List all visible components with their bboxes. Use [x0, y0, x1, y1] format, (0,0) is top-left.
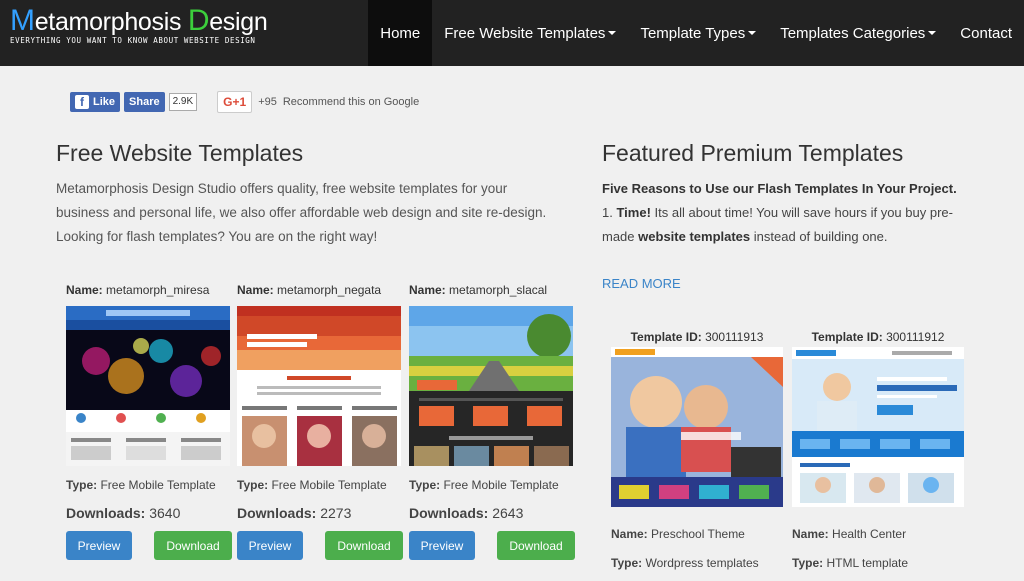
template-downloads: Downloads: 2643: [409, 505, 524, 521]
featured-premium-heading: Featured Premium Templates: [602, 140, 904, 166]
google-plus-text: Recommend this on Google: [282, 96, 420, 108]
google-plus-count: +95: [258, 96, 277, 108]
template-card: Name: metamorph_slacal Type: Free Mobile…: [409, 283, 575, 560]
nav-templates-categories[interactable]: Templates Categories: [768, 0, 948, 66]
template-actions: Preview Download: [66, 531, 232, 560]
premium-template-thumbnail[interactable]: [792, 347, 964, 507]
template-type: Type: Free Mobile Template: [409, 478, 559, 492]
intro-text: Metamorphosis Design Studio offers quali…: [56, 181, 547, 244]
template-type: Type: Free Mobile Template: [66, 478, 216, 492]
top-navbar: Metamorphosis Design EVERYTHING YOU WANT…: [0, 0, 1024, 66]
nav-free-website-templates[interactable]: Free Website Templates: [432, 0, 628, 66]
download-button[interactable]: Download: [325, 531, 403, 560]
preview-button[interactable]: Preview: [409, 531, 475, 560]
premium-template-id: Template ID: 300111912: [811, 330, 945, 344]
nav-contact[interactable]: Contact: [948, 0, 1024, 66]
read-more-link[interactable]: READ MORE: [602, 276, 681, 291]
template-downloads: Downloads: 3640: [66, 505, 181, 521]
template-thumbnail-image: [237, 306, 401, 466]
featured-text: Five Reasons to Use our Flash Templates …: [602, 181, 957, 244]
download-button[interactable]: Download: [154, 531, 232, 560]
template-card: Name: metamorph_negata Type: Free Mobile…: [237, 283, 403, 560]
nav-home[interactable]: Home: [368, 0, 433, 66]
template-type: Type: Free Mobile Template: [237, 478, 387, 492]
template-actions: Preview Download: [237, 531, 403, 560]
featured-title: Five Reasons to Use our Flash Templates …: [602, 181, 957, 196]
template-name: Name: metamorph_slacal: [409, 283, 548, 297]
facebook-icon: f: [75, 95, 89, 109]
premium-template-id: Template ID: 300111913: [630, 330, 764, 344]
google-plus-button[interactable]: G+1: [217, 91, 253, 113]
template-thumbnail-image: [409, 306, 573, 466]
chevron-down-icon: [928, 31, 937, 35]
premium-template-card: Template ID: 300111913 Name: Preschool T…: [611, 330, 783, 570]
preview-button[interactable]: Preview: [237, 531, 303, 560]
template-card: Name: metamorph_miresa Type: Free Mobile…: [66, 283, 232, 560]
download-button[interactable]: Download: [497, 531, 575, 560]
premium-template-type: Type: Wordpress templates: [611, 556, 759, 570]
main-nav: Home Free Website Templates Template Typ…: [368, 0, 1024, 66]
template-thumbnail[interactable]: [409, 306, 573, 466]
nav-template-types[interactable]: Template Types: [628, 0, 768, 66]
logo-title: Metamorphosis Design: [10, 4, 268, 37]
premium-template-type: Type: HTML template: [792, 556, 909, 570]
facebook-count: 2.9K: [168, 93, 198, 111]
logo-tagline: EVERYTHING YOU WANT TO KNOW ABOUT WEBSIT…: [10, 36, 256, 45]
site-logo[interactable]: Metamorphosis Design EVERYTHING YOU WANT…: [10, 4, 268, 46]
facebook-like-button[interactable]: f Like: [70, 92, 121, 112]
template-thumbnail-image: [66, 306, 230, 466]
premium-template-name: Name: Preschool Theme: [611, 527, 745, 541]
template-name: Name: metamorph_miresa: [66, 283, 210, 297]
facebook-share-button[interactable]: Share: [124, 92, 165, 112]
template-thumbnail[interactable]: [66, 306, 230, 466]
premium-template-card: Template ID: 300111912 Name: Health Cent…: [792, 330, 964, 570]
social-bar: f Like Share 2.9K G+1 +95 Recommend this …: [70, 91, 420, 113]
free-templates-heading: Free Website Templates: [56, 140, 304, 166]
preview-button[interactable]: Preview: [66, 531, 132, 560]
template-name: Name: metamorph_negata: [237, 283, 382, 297]
premium-thumbnail-image: [611, 347, 783, 507]
template-actions: Preview Download: [409, 531, 575, 560]
premium-template-thumbnail[interactable]: [611, 347, 783, 507]
premium-template-name: Name: Health Center: [792, 527, 907, 541]
chevron-down-icon: [608, 31, 617, 35]
template-downloads: Downloads: 2273: [237, 505, 352, 521]
chevron-down-icon: [748, 31, 757, 35]
premium-thumbnail-image: [792, 347, 964, 507]
template-thumbnail[interactable]: [237, 306, 401, 466]
